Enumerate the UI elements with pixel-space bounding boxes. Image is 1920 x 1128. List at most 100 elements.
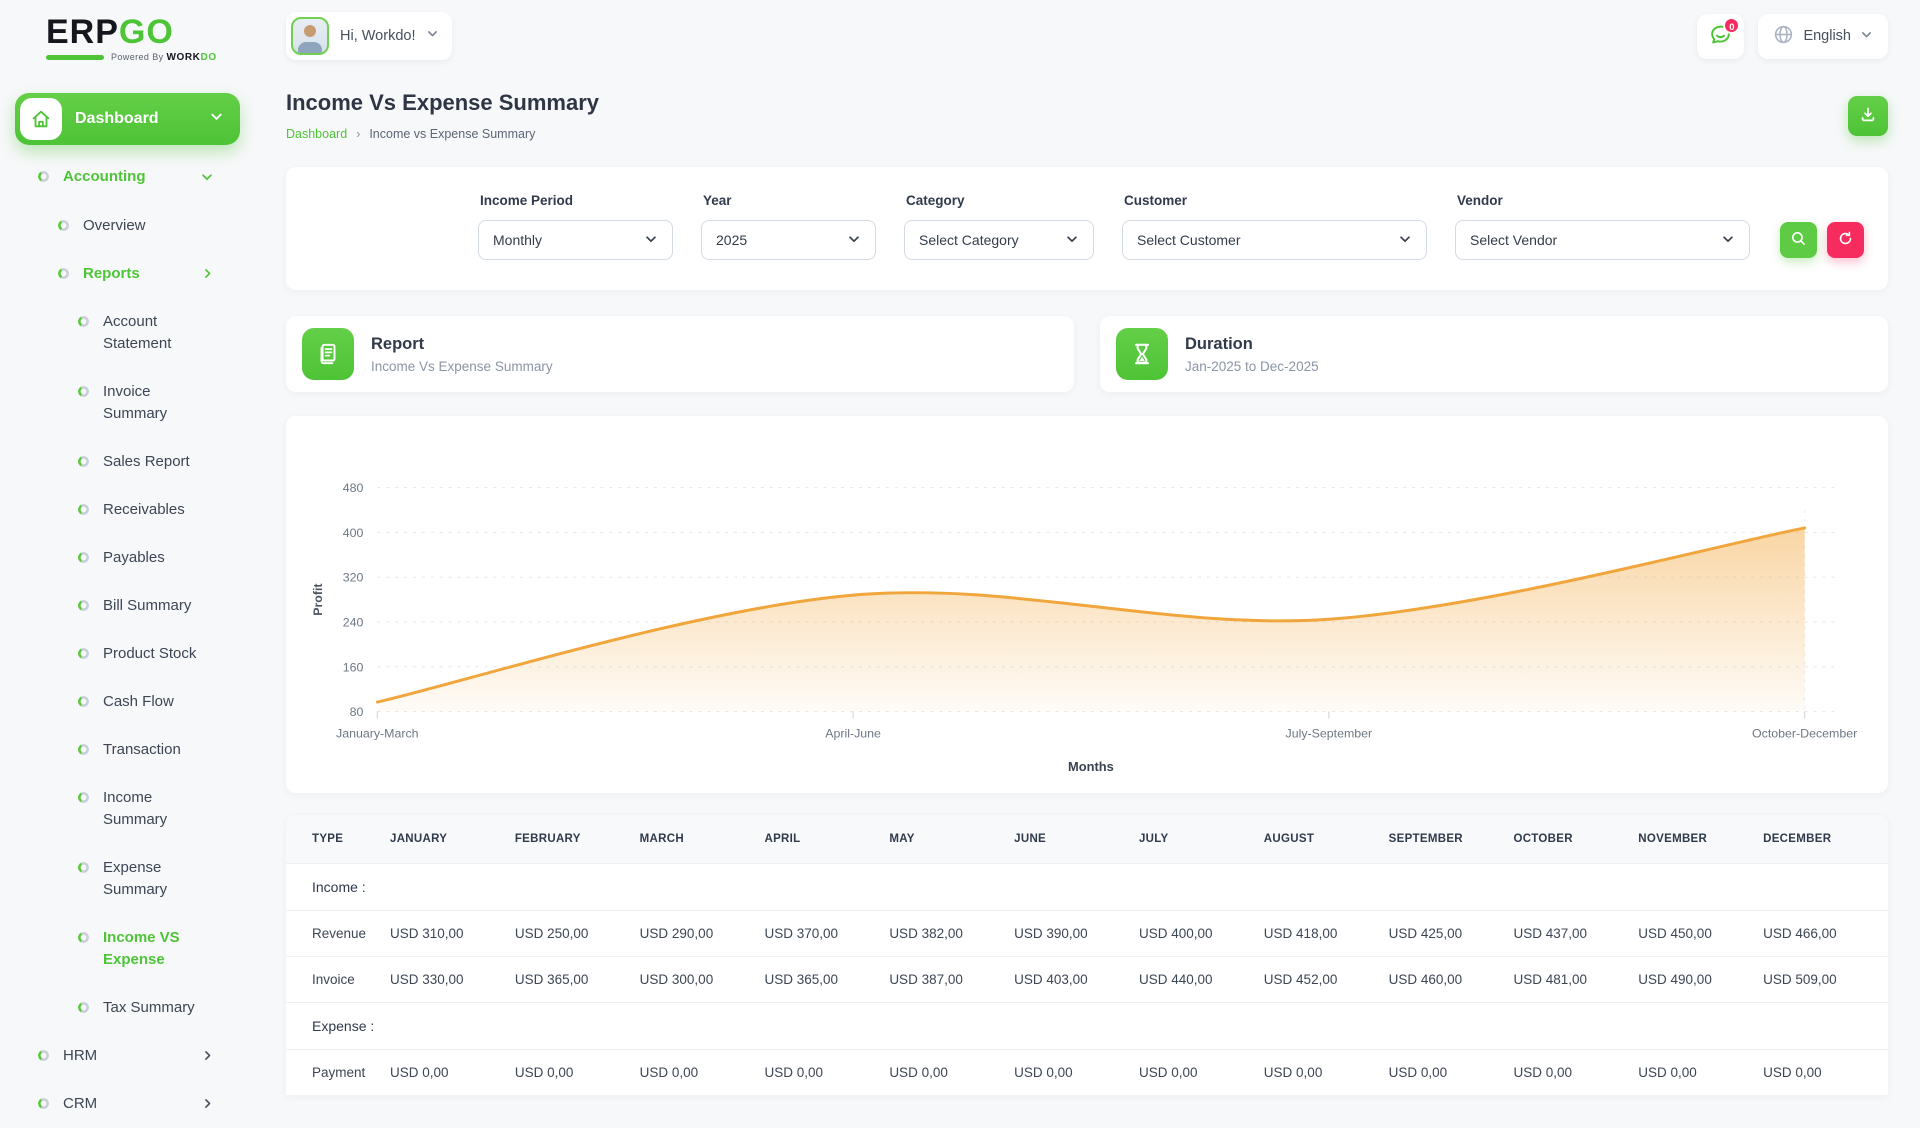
table-cell: USD 390,00 [1014, 909, 1139, 957]
select-value: Select Customer [1137, 232, 1241, 248]
workdo-text-green: DO [200, 52, 217, 63]
language-selector[interactable]: English [1758, 13, 1888, 59]
sidebar-item-hrm[interactable]: HRM [0, 1032, 258, 1080]
x-tick-label: July-September [1286, 726, 1373, 740]
table-row-revenue: Revenue USD 310,00 USD 250,00 USD 290,00 USD… [286, 909, 1888, 957]
x-axis-title: Months [1068, 759, 1114, 774]
sidebar-item-expense-summary[interactable]: Expense Summary [0, 844, 258, 914]
table-cell: USD 490,00 [1638, 955, 1764, 1003]
column-header-december: DECEMBER [1763, 814, 1888, 864]
duration-card-title: Duration [1185, 334, 1253, 353]
table-cell: USD 250,00 [514, 909, 640, 957]
sidebar-item-label: Expense Summary [103, 859, 168, 898]
select-value: Select Vendor [1470, 232, 1558, 248]
filter-label-customer: Customer [1124, 193, 1188, 208]
bullet-icon [58, 268, 69, 279]
chevron-down-icon [200, 170, 214, 189]
sidebar-item-bill-summary[interactable]: Bill Summary [0, 582, 258, 630]
column-header-august: AUGUST [1263, 814, 1389, 864]
category-select[interactable]: Select Category [904, 220, 1094, 260]
sidebar-item-payables[interactable]: Payables [0, 534, 258, 582]
x-tick-label: April-June [825, 726, 881, 740]
section-row-expense: Expense : [286, 1001, 1888, 1050]
table-cell: USD 440,00 [1138, 955, 1264, 1003]
table-cell: USD 0,00 [514, 1048, 640, 1095]
table-cell: USD 310,00 [390, 909, 515, 957]
download-button[interactable] [1848, 96, 1888, 136]
refresh-icon [1837, 230, 1854, 250]
report-card: Report Income Vs Expense Summary [286, 316, 1074, 392]
sidebar-item-cash-flow[interactable]: Cash Flow [0, 678, 258, 726]
sidebar-item-crm[interactable]: CRM [0, 1080, 258, 1128]
messages-button[interactable]: 0 [1697, 13, 1745, 59]
table-cell: USD 290,00 [639, 909, 765, 957]
search-icon [1790, 230, 1807, 250]
sidebar-item-label: HRM [63, 1047, 98, 1064]
vendor-select[interactable]: Select Vendor [1455, 220, 1750, 260]
year-select[interactable]: 2025 [701, 220, 876, 260]
filter-card: Income Period Monthly Year 2025 Category Sele… [286, 167, 1888, 290]
report-card-subtitle: Income Vs Expense Summary [371, 358, 553, 374]
table-cell: USD 452,00 [1263, 955, 1389, 1003]
table-cell: USD 460,00 [1388, 955, 1514, 1003]
main-content: Hi, Workdo! 0 English Income Vs Expense … [258, 0, 1920, 1095]
sidebar-item-label: Accounting [63, 168, 146, 185]
sidebar-item-tax-summary[interactable]: Tax Summary [0, 984, 258, 1032]
sidebar-item-dashboard[interactable]: Dashboard [15, 93, 240, 145]
customer-select[interactable]: Select Customer [1122, 220, 1427, 260]
brand-name-go: GO [118, 13, 174, 51]
sidebar-item-product-stock[interactable]: Product Stock [0, 630, 258, 678]
sidebar-item-label: Cash Flow [103, 693, 174, 710]
chevron-down-icon [209, 109, 224, 129]
y-axis-title: Profit [311, 583, 325, 615]
sidebar-item-income-vs-expense[interactable]: Income VS Expense [0, 914, 258, 984]
brand-logo[interactable]: ERPGO Powered By WORKDO [0, 0, 258, 63]
bullet-icon [78, 648, 89, 659]
column-header-june: JUNE [1014, 814, 1139, 864]
table-row-payment: Payment USD 0,00 USD 0,00 USD 0,00 USD 0,00 U… [286, 1048, 1888, 1095]
bullet-icon [38, 1098, 49, 1109]
table-cell: USD 300,00 [639, 955, 765, 1003]
table-cell: USD 0,00 [1638, 1048, 1764, 1095]
globe-icon [1773, 24, 1794, 48]
column-header-september: SEPTEMBER [1388, 814, 1514, 864]
sidebar-item-account-statement[interactable]: Account Statement [0, 298, 258, 368]
sidebar: ERPGO Powered By WORKDO Dashboard Accoun… [0, 0, 258, 1112]
sidebar-item-sales-report[interactable]: Sales Report [0, 438, 258, 486]
bullet-icon [78, 316, 89, 327]
filter-label-vendor: Vendor [1457, 193, 1503, 208]
income-period-select[interactable]: Monthly [478, 220, 673, 260]
table-cell: USD 450,00 [1638, 909, 1764, 957]
breadcrumb: Dashboard › Income vs Expense Summary [286, 127, 599, 141]
column-header-type: TYPE [286, 814, 390, 864]
search-button[interactable] [1780, 222, 1817, 258]
sidebar-item-receivables[interactable]: Receivables [0, 486, 258, 534]
sidebar-item-income-summary[interactable]: Income Summary [0, 774, 258, 844]
breadcrumb-link-dashboard[interactable]: Dashboard [286, 127, 347, 141]
profit-area-chart: 80 160 240 320 400 480 January-March April-June… [311, 481, 1857, 774]
column-header-january: JANUARY [390, 814, 515, 864]
select-value: 2025 [716, 232, 748, 248]
sidebar-item-accounting[interactable]: Accounting [0, 153, 258, 202]
table-cell: USD 365,00 [514, 955, 640, 1003]
sidebar-item-overview[interactable]: Overview [0, 202, 258, 250]
filter-field-customer: Customer Select Customer [1122, 193, 1427, 260]
sidebar-menu: Accounting Overview Reports Account Stateme… [0, 153, 258, 1128]
table-cell: USD 0,00 [639, 1048, 765, 1095]
sidebar-item-label: CRM [63, 1095, 98, 1112]
reset-button[interactable] [1827, 222, 1864, 258]
user-menu[interactable]: Hi, Workdo! [286, 12, 453, 60]
bullet-icon [78, 386, 89, 397]
sidebar-item-invoice-summary[interactable]: Invoice Summary [0, 368, 258, 438]
sidebar-item-transaction[interactable]: Transaction [0, 726, 258, 774]
filter-label-category: Category [906, 193, 965, 208]
sidebar-item-label: Transaction [103, 741, 181, 758]
hourglass-icon [1116, 328, 1168, 380]
sidebar-item-label: Tax Summary [103, 999, 195, 1016]
bullet-icon [78, 932, 89, 943]
table-cell: USD 481,00 [1513, 955, 1639, 1003]
y-tick-label: 480 [343, 481, 364, 495]
sidebar-item-reports[interactable]: Reports [0, 250, 258, 298]
y-tick-label: 400 [343, 526, 364, 540]
table-cell: USD 370,00 [764, 909, 890, 957]
